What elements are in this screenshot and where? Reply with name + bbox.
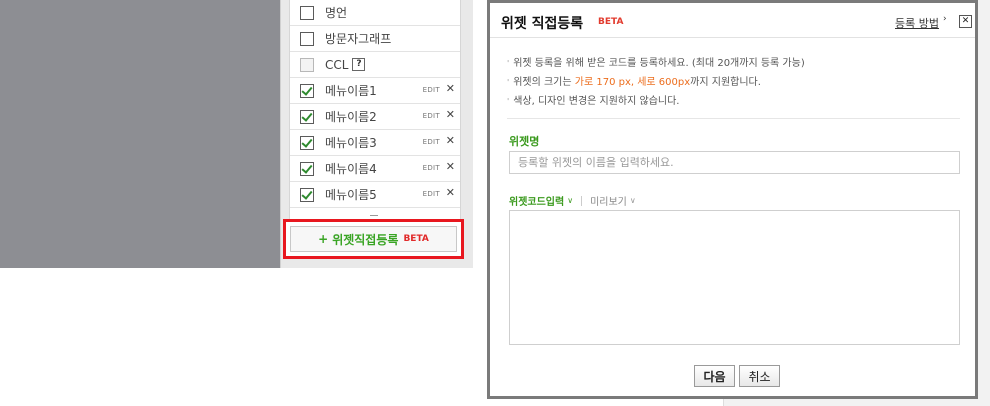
divider: [490, 37, 975, 38]
list-item: CCL ?: [290, 52, 460, 78]
note-line: ' 위젯의 크기는 가로 170 px, 세로 600px까지 지원합니다.: [507, 77, 761, 88]
checkbox[interactable]: [300, 109, 314, 124]
remove-icon[interactable]: ✕: [446, 186, 455, 199]
list-item: 메뉴이름5 EDIT ✕: [290, 182, 460, 208]
remove-icon[interactable]: ✕: [446, 160, 455, 173]
add-widget-button[interactable]: + 위젯직접등록 BETA: [290, 226, 457, 252]
add-widget-label: 위젯직접등록: [332, 232, 399, 247]
list-item-label: 메뉴이름2: [325, 110, 377, 124]
chevron-down-icon: ∨: [567, 196, 574, 205]
plus-icon: +: [318, 232, 329, 246]
checkbox: [300, 57, 314, 72]
tab-preview[interactable]: 미리보기: [590, 193, 627, 208]
divider: [581, 195, 583, 206]
close-icon[interactable]: ✕: [959, 15, 972, 28]
checkbox[interactable]: [300, 135, 314, 150]
widget-list: 명언 방문자그래프 CCL ? 메뉴이름1 EDIT ✕ 메뉴이름2 EDIT …: [289, 0, 461, 221]
help-icon[interactable]: ?: [352, 58, 366, 71]
remove-icon[interactable]: ✕: [446, 134, 455, 147]
checkbox[interactable]: [300, 187, 314, 202]
divider: [507, 118, 960, 119]
edit-link[interactable]: EDIT: [423, 164, 440, 172]
beta-badge: BETA: [598, 17, 624, 27]
list-item-label: 명언: [325, 6, 348, 20]
dialog-title: 위젯 직접등록: [501, 16, 584, 32]
beta-badge: BETA: [403, 234, 429, 244]
list-item-label: 메뉴이름5: [325, 188, 377, 202]
list-item-label: 메뉴이름1: [325, 84, 377, 98]
edit-link[interactable]: EDIT: [423, 138, 440, 146]
list-item: 메뉴이름2 EDIT ✕: [290, 104, 460, 130]
note-line: ' 위젯 등록을 위해 받은 코드를 등록하세요. (최대 20개까지 등록 가능…: [507, 58, 805, 69]
widget-code-textarea[interactable]: [509, 210, 960, 345]
list-item: 명언: [290, 0, 460, 26]
cancel-button[interactable]: 취소: [739, 365, 780, 387]
chevron-down-icon: ∨: [629, 196, 636, 205]
widget-register-dialog: 위젯 직접등록 BETA 등록 방법 › ✕ ' 위젯 등록을 위해 받은 코드를…: [487, 0, 978, 399]
edit-link[interactable]: EDIT: [423, 86, 440, 94]
widget-name-input[interactable]: [509, 151, 960, 174]
edit-link[interactable]: EDIT: [423, 190, 440, 198]
widget-name-label: 위젯명: [509, 135, 540, 148]
remove-icon[interactable]: ✕: [446, 108, 455, 121]
help-link[interactable]: 등록 방법: [895, 15, 939, 31]
checkbox[interactable]: [300, 31, 314, 46]
list-item: 메뉴이름1 EDIT ✕: [290, 78, 460, 104]
list-item-label: CCL: [325, 57, 349, 72]
checkbox[interactable]: [300, 5, 314, 20]
code-tabs: 위젯코드입력 ∨ 미리보기 ∨: [509, 193, 636, 208]
list-item-label: 메뉴이름3: [325, 136, 377, 150]
remove-icon[interactable]: ✕: [446, 82, 455, 95]
chevron-right-icon: ›: [943, 14, 947, 24]
note-line: ' 색상, 디자인 변경은 지원하지 않습니다.: [507, 96, 680, 107]
tab-widget-code[interactable]: 위젯코드입력: [509, 193, 564, 208]
list-item: 방문자그래프: [290, 26, 460, 52]
checkbox[interactable]: [300, 83, 314, 98]
list-item-label: 메뉴이름4: [325, 162, 377, 176]
list-item: 메뉴이름4 EDIT ✕: [290, 156, 460, 182]
page-background-overlay: [0, 0, 280, 268]
list-item: 메뉴이름3 EDIT ✕: [290, 130, 460, 156]
list-item-label: 방문자그래프: [325, 32, 392, 46]
next-button[interactable]: 다음: [694, 365, 735, 387]
dialog-notes: ' 위젯 등록을 위해 받은 코드를 등록하세요. (최대 20개까지 등록 가능…: [507, 54, 805, 111]
checkbox[interactable]: [300, 161, 314, 176]
edit-link[interactable]: EDIT: [423, 112, 440, 120]
size-highlight: 가로 170 px, 세로 600px: [574, 77, 691, 88]
add-widget-highlight: + 위젯직접등록 BETA: [283, 219, 464, 259]
